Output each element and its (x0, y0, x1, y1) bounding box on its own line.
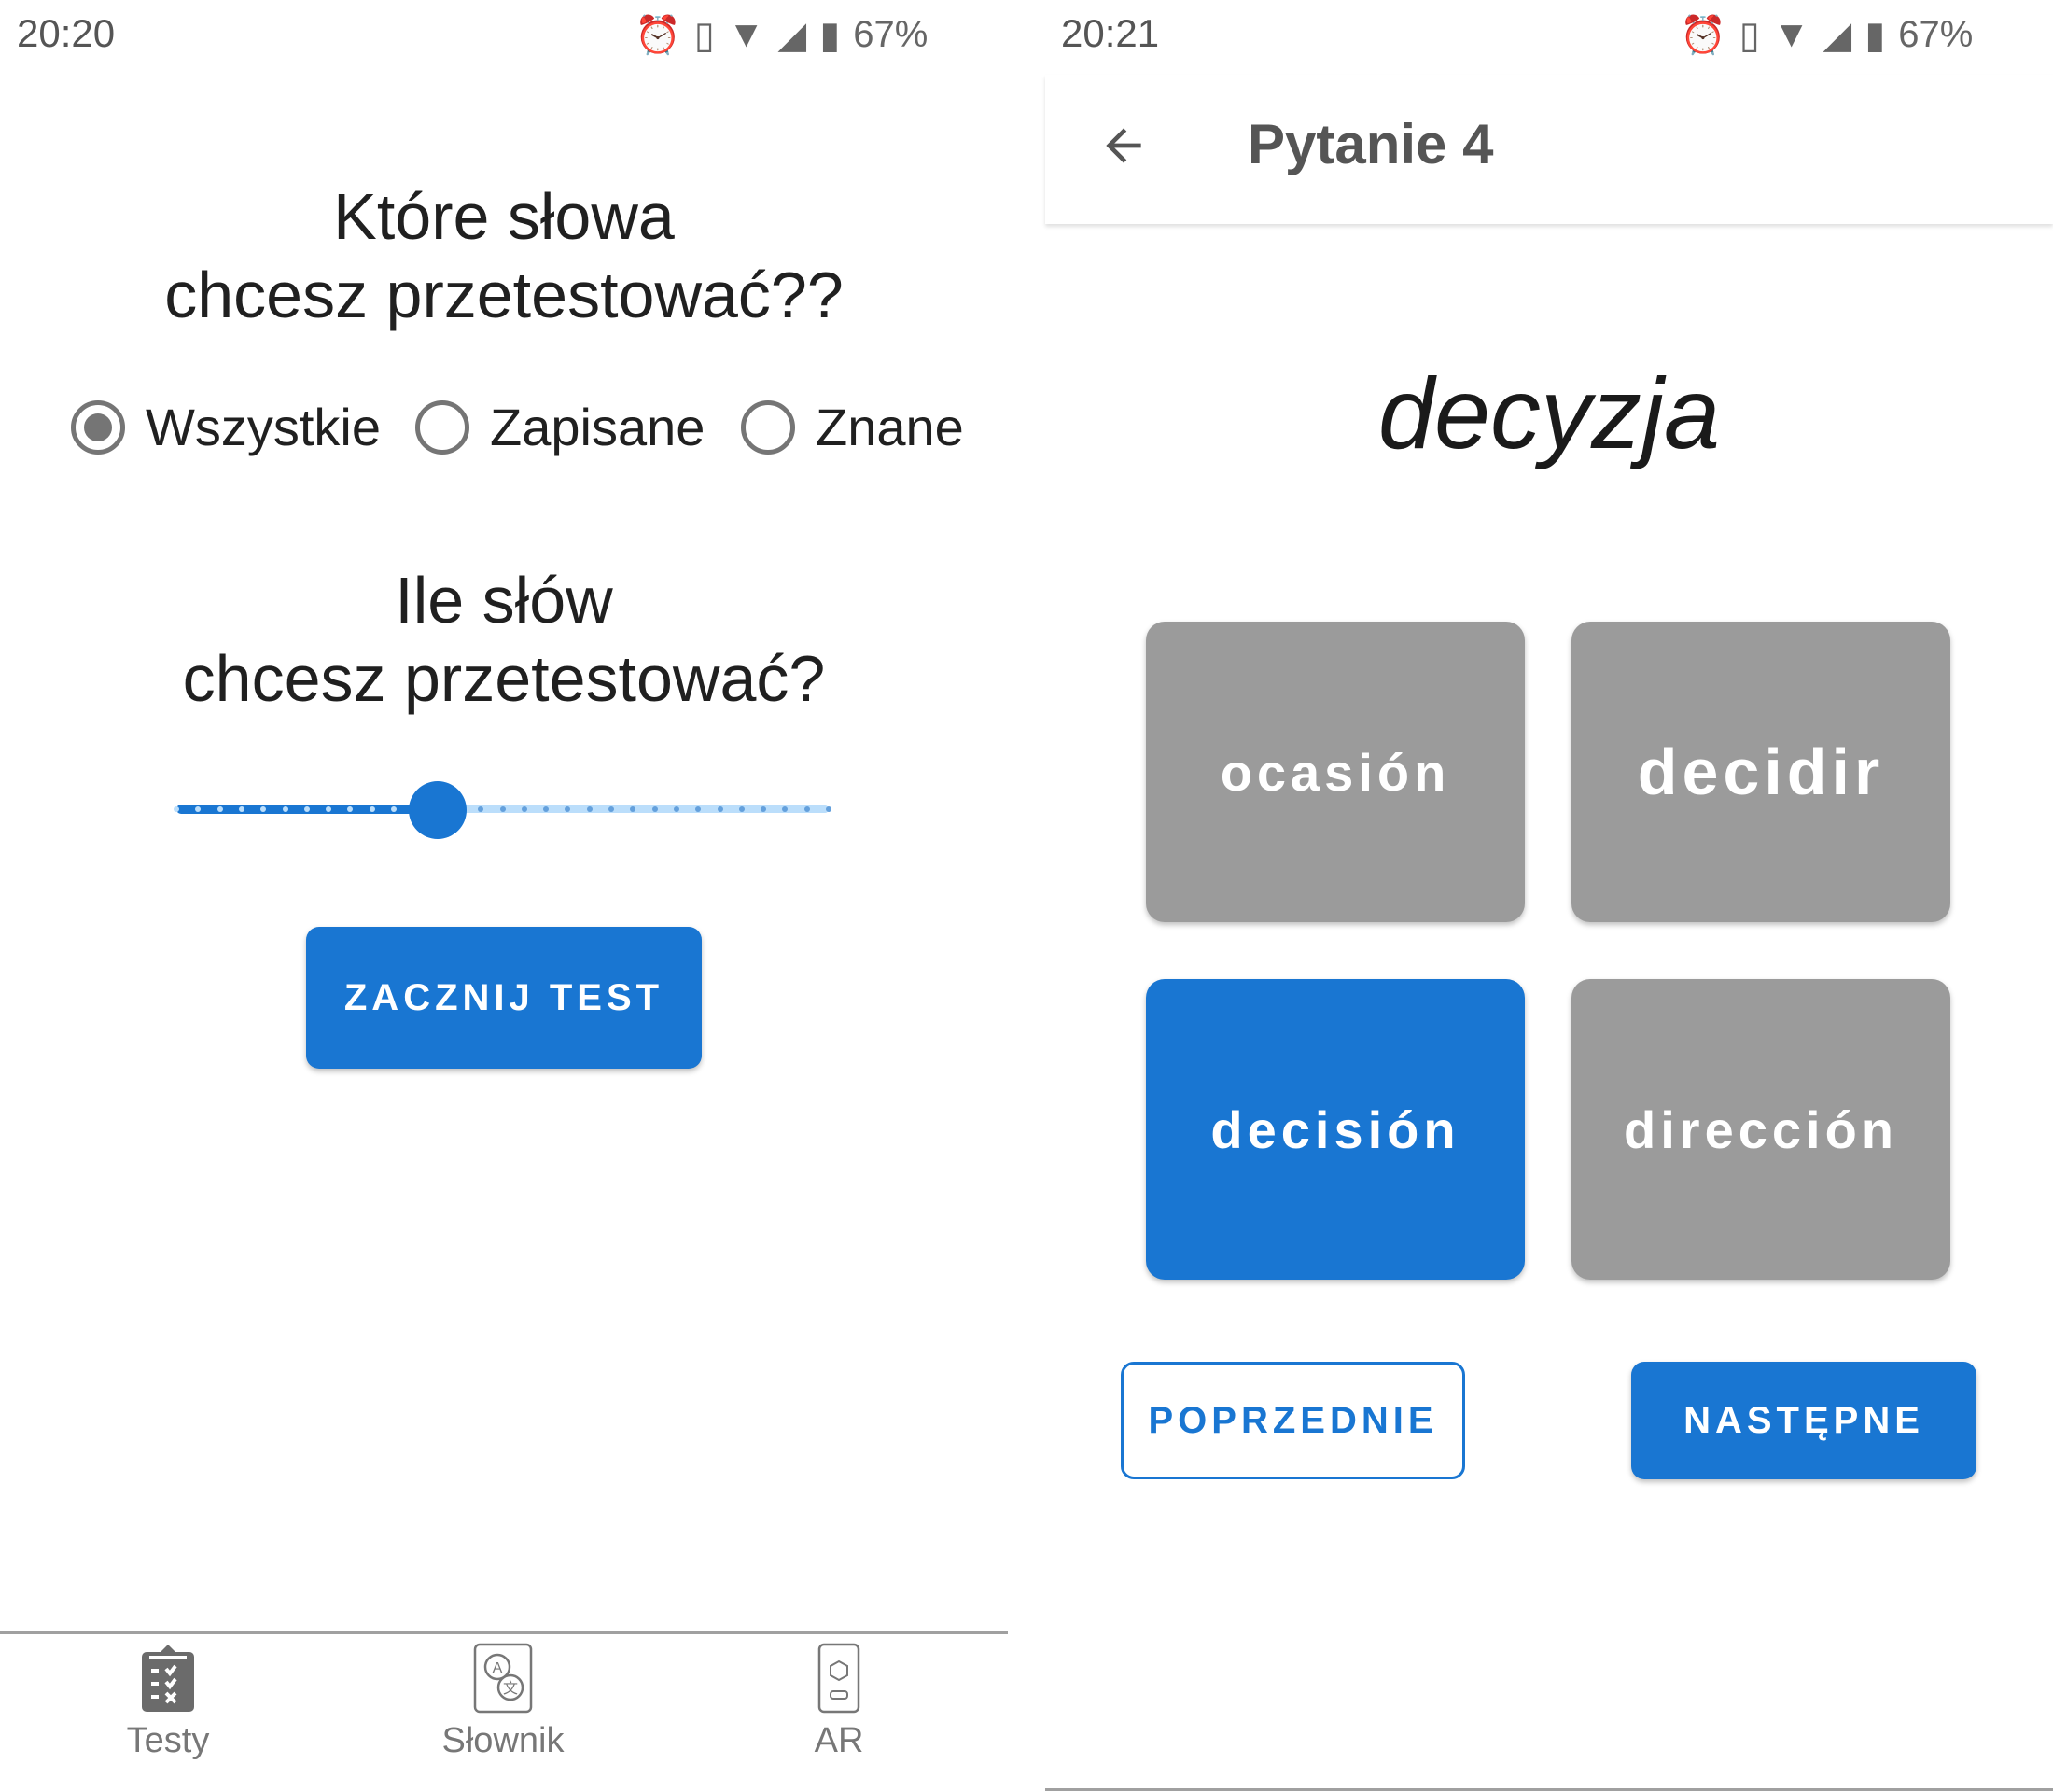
slider-tick (803, 806, 810, 812)
word-count-slider[interactable] (174, 781, 831, 839)
battery-percent: 67% (853, 14, 929, 55)
question-line: chcesz przetestować? (182, 642, 826, 715)
slider-tick (216, 806, 223, 812)
slider-tick (238, 806, 244, 812)
svg-text:文: 文 (503, 1680, 518, 1697)
wifi-icon: ▼ (1772, 14, 1810, 55)
toolbar (1045, 75, 2053, 224)
slider-tick (369, 806, 375, 812)
bottom-divider (1045, 1788, 2053, 1791)
question-how-many: Ile słów chcesz przetestować? (0, 561, 1008, 718)
start-test-button[interactable]: ZACZNIJ TEST (306, 927, 702, 1069)
slider-thumb[interactable] (408, 781, 467, 839)
slider-tick (174, 806, 179, 812)
status-icons: ⏰ ▯ ▼ ◢ ▮ 67% (1680, 13, 1973, 57)
radio-circle[interactable] (741, 399, 795, 455)
next-button[interactable]: NASTĘPNE (1631, 1362, 1976, 1479)
nav-divider (0, 1631, 1008, 1634)
radio-label: Znane (816, 398, 964, 456)
slider-tick (673, 806, 679, 812)
question-line: Ile słów (395, 564, 613, 637)
answer-card[interactable]: dirección (1571, 979, 1950, 1280)
battery-percent: 67% (1898, 14, 1974, 55)
nav-label: AR (814, 1721, 864, 1760)
slider-tick (282, 806, 288, 812)
alarm-icon: ⏰ (635, 15, 681, 56)
nav-tests[interactable]: Testy (28, 1643, 308, 1761)
back-arrow-icon[interactable] (1097, 119, 1150, 172)
status-icons: ⏰ ▯ ▼ ◢ ▮ 67% (635, 13, 928, 57)
previous-button[interactable]: POPRZEDNIE (1121, 1362, 1465, 1479)
radio-circle[interactable] (71, 399, 125, 455)
answer-card[interactable]: ocasión (1146, 622, 1525, 922)
slider-tick (738, 806, 745, 812)
radio-label: Wszystkie (146, 398, 381, 456)
wifi-icon: ▼ (727, 14, 765, 55)
radio-label: Zapisane (490, 398, 705, 456)
battery-icon: ▮ (819, 14, 841, 56)
slider-tick (303, 806, 310, 812)
status-time: 20:20 (17, 11, 116, 55)
alarm-icon: ⏰ (1680, 15, 1726, 56)
radio-known[interactable]: Znane (741, 397, 964, 457)
clipboard-checklist-icon (142, 1645, 194, 1712)
slider-tick (586, 806, 593, 812)
signal-icon: ◢ (777, 14, 807, 56)
slider-tick (499, 806, 506, 812)
radio-all[interactable]: Wszystkie (71, 397, 381, 457)
slider-tick (651, 806, 658, 812)
slider-tick (608, 806, 614, 812)
status-time: 20:21 (1061, 11, 1160, 55)
slider-tick (717, 806, 723, 812)
svg-text:A: A (493, 1660, 503, 1676)
question-line: chcesz przetestować?? (164, 259, 844, 331)
slider-tick (521, 806, 527, 812)
nav-dictionary[interactable]: A文 Słownik (363, 1643, 643, 1761)
toolbar-title: Pytanie 4 (1248, 113, 1494, 175)
slider-tick (391, 806, 397, 812)
dictionary-translate-icon: A文 (473, 1643, 533, 1714)
slider-tick (826, 806, 831, 812)
nav-label: Słownik (441, 1721, 565, 1760)
question-word: decyzja (1377, 357, 1721, 469)
nav-ar[interactable]: AR (699, 1643, 979, 1761)
answer-card[interactable]: decisión (1146, 979, 1525, 1280)
question-line: Które słowa (333, 180, 675, 253)
radio-saved[interactable]: Zapisane (415, 397, 705, 457)
question-which-words: Które słowa chcesz przetestować?? (0, 177, 1008, 334)
signal-icon: ◢ (1823, 14, 1852, 56)
vibrate-icon: ▯ (1739, 14, 1760, 56)
phone-ar-cube-icon (817, 1643, 860, 1714)
battery-icon: ▮ (1864, 14, 1886, 56)
nav-label: Testy (126, 1721, 210, 1760)
answer-card[interactable]: decidir (1571, 622, 1950, 922)
vibrate-icon: ▯ (693, 14, 715, 56)
radio-circle[interactable] (415, 399, 469, 455)
